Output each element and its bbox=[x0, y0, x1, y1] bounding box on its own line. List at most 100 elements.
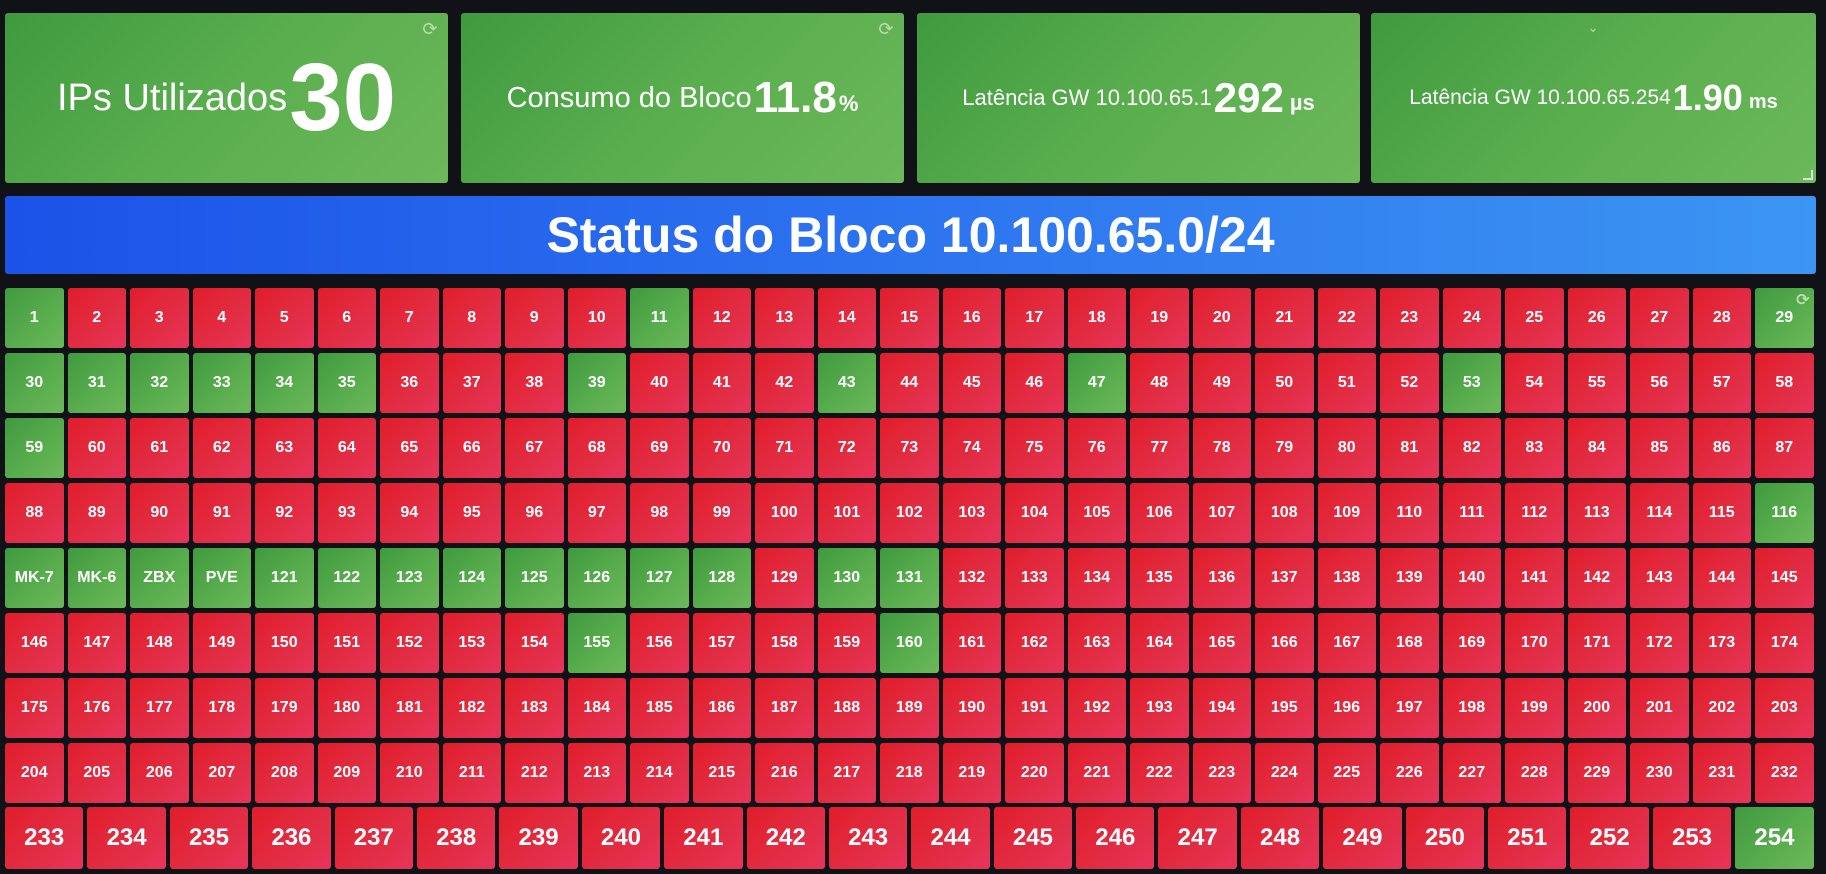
ip-cell[interactable]: 17 bbox=[1005, 288, 1064, 348]
ip-cell[interactable]: 201 bbox=[1630, 678, 1689, 738]
ip-cell[interactable]: 9 bbox=[505, 288, 564, 348]
ip-cell[interactable]: 129 bbox=[755, 548, 814, 608]
ip-cell[interactable]: 51 bbox=[1317, 353, 1376, 413]
refresh-icon[interactable]: ⟳ bbox=[420, 19, 440, 39]
ip-cell[interactable]: 245 bbox=[993, 807, 1073, 869]
ip-cell[interactable]: 75 bbox=[1005, 418, 1064, 478]
ip-cell[interactable]: 199 bbox=[1505, 678, 1564, 738]
ip-cell[interactable]: 78 bbox=[1192, 418, 1251, 478]
ip-cell[interactable]: 142 bbox=[1567, 548, 1626, 608]
ip-cell[interactable]: 140 bbox=[1442, 548, 1501, 608]
ip-cell[interactable]: 198 bbox=[1442, 678, 1501, 738]
ip-cell[interactable]: 91 bbox=[192, 483, 251, 543]
ip-cell[interactable]: 143 bbox=[1630, 548, 1689, 608]
ip-cell[interactable]: 170 bbox=[1505, 613, 1564, 673]
ip-cell[interactable]: 13 bbox=[755, 288, 814, 348]
ip-cell[interactable]: 183 bbox=[505, 678, 564, 738]
ip-cell[interactable]: 73 bbox=[880, 418, 939, 478]
ip-cell[interactable]: 97 bbox=[567, 483, 626, 543]
ip-cell[interactable]: 49 bbox=[1192, 353, 1251, 413]
ip-cell[interactable]: 210 bbox=[380, 743, 439, 803]
ip-cell[interactable]: 196 bbox=[1317, 678, 1376, 738]
ip-cell[interactable]: 152 bbox=[380, 613, 439, 673]
ip-cell[interactable]: 147 bbox=[67, 613, 126, 673]
ip-cell[interactable]: 116 bbox=[1755, 483, 1814, 543]
ip-cell[interactable]: 251 bbox=[1488, 807, 1567, 869]
ip-cell[interactable]: 80 bbox=[1317, 418, 1376, 478]
ip-cell[interactable]: 28 bbox=[1692, 288, 1751, 348]
ip-cell[interactable]: 27 bbox=[1630, 288, 1689, 348]
ip-cell[interactable]: 66 bbox=[442, 418, 501, 478]
ip-cell[interactable]: 63 bbox=[255, 418, 314, 478]
ip-cell[interactable]: 241 bbox=[664, 807, 743, 869]
stat-ips-utilizados[interactable]: IPs Utilizados 30 ⟳ bbox=[5, 13, 448, 183]
ip-cell[interactable]: 225 bbox=[1317, 743, 1376, 803]
ip-cell[interactable]: 159 bbox=[817, 613, 876, 673]
ip-cell[interactable]: 187 bbox=[755, 678, 814, 738]
ip-cell[interactable]: 191 bbox=[1005, 678, 1064, 738]
ip-cell[interactable]: 85 bbox=[1630, 418, 1689, 478]
ip-cell[interactable]: 154 bbox=[505, 613, 564, 673]
ip-cell[interactable]: 25 bbox=[1505, 288, 1564, 348]
ip-cell[interactable]: 167 bbox=[1317, 613, 1376, 673]
ip-cell[interactable]: 16 bbox=[942, 288, 1001, 348]
ip-cell[interactable]: 82 bbox=[1442, 418, 1501, 478]
ip-cell[interactable]: 206 bbox=[130, 743, 189, 803]
ip-cell[interactable]: 87 bbox=[1755, 418, 1814, 478]
ip-cell[interactable]: 158 bbox=[755, 613, 814, 673]
ip-cell[interactable]: 113 bbox=[1567, 483, 1626, 543]
stat-latencia-gw-254[interactable]: Latência GW 10.100.65.254 1.90 ms ⌄ bbox=[1371, 13, 1816, 183]
ip-cell[interactable]: 109 bbox=[1317, 483, 1376, 543]
ip-cell[interactable]: 174 bbox=[1755, 613, 1814, 673]
ip-cell[interactable]: 35 bbox=[317, 353, 376, 413]
ip-cell[interactable]: 233 bbox=[5, 807, 84, 869]
ip-cell[interactable]: 89 bbox=[67, 483, 126, 543]
ip-cell[interactable]: 141 bbox=[1505, 548, 1564, 608]
ip-cell[interactable]: 95 bbox=[442, 483, 501, 543]
ip-cell[interactable]: 164 bbox=[1130, 613, 1189, 673]
ip-cell[interactable]: 253 bbox=[1652, 807, 1732, 869]
ip-cell[interactable]: 76 bbox=[1067, 418, 1126, 478]
ip-cell[interactable]: 227 bbox=[1442, 743, 1501, 803]
ip-cell[interactable]: 59 bbox=[5, 418, 64, 478]
ip-cell[interactable]: 96 bbox=[505, 483, 564, 543]
ip-cell[interactable]: 155 bbox=[567, 613, 626, 673]
ip-cell[interactable]: 239 bbox=[499, 807, 578, 869]
ip-cell[interactable]: 186 bbox=[692, 678, 751, 738]
ip-cell[interactable]: 126 bbox=[567, 548, 626, 608]
ip-cell[interactable]: 153 bbox=[442, 613, 501, 673]
ip-cell[interactable]: 1 bbox=[5, 288, 64, 348]
ip-cell[interactable]: 178 bbox=[192, 678, 251, 738]
ip-cell[interactable]: 64 bbox=[317, 418, 376, 478]
ip-cell[interactable]: MK-7 bbox=[5, 548, 64, 608]
ip-cell[interactable]: 234 bbox=[87, 807, 166, 869]
ip-cell[interactable]: 139 bbox=[1380, 548, 1439, 608]
ip-cell[interactable]: 175 bbox=[5, 678, 64, 738]
ip-cell[interactable]: 184 bbox=[567, 678, 626, 738]
ip-cell[interactable]: 190 bbox=[942, 678, 1001, 738]
ip-cell[interactable]: 103 bbox=[942, 483, 1001, 543]
ip-cell[interactable]: 133 bbox=[1005, 548, 1064, 608]
ip-cell[interactable]: 107 bbox=[1192, 483, 1251, 543]
ip-cell[interactable]: 18 bbox=[1067, 288, 1126, 348]
ip-cell[interactable]: 39 bbox=[567, 353, 626, 413]
ip-cell[interactable]: 123 bbox=[380, 548, 439, 608]
ip-cell[interactable]: 88 bbox=[5, 483, 64, 543]
ip-cell[interactable]: 242 bbox=[746, 807, 825, 869]
ip-cell[interactable]: 254 bbox=[1735, 807, 1814, 869]
ip-cell[interactable]: 98 bbox=[630, 483, 689, 543]
ip-cell[interactable]: 33 bbox=[192, 353, 251, 413]
ip-cell[interactable]: 3 bbox=[130, 288, 189, 348]
ip-cell[interactable]: 110 bbox=[1380, 483, 1439, 543]
ip-cell[interactable]: 172 bbox=[1630, 613, 1689, 673]
ip-cell[interactable]: 221 bbox=[1067, 743, 1126, 803]
ip-cell[interactable]: 168 bbox=[1380, 613, 1439, 673]
ip-cell[interactable]: 166 bbox=[1255, 613, 1314, 673]
ip-cell[interactable]: 36 bbox=[380, 353, 439, 413]
refresh-icon[interactable]: ⟳ bbox=[876, 19, 896, 39]
ip-cell[interactable]: 92 bbox=[255, 483, 314, 543]
ip-cell[interactable]: 79 bbox=[1255, 418, 1314, 478]
ip-cell[interactable]: 12 bbox=[692, 288, 751, 348]
ip-cell[interactable]: 56 bbox=[1630, 353, 1689, 413]
ip-cell[interactable]: 200 bbox=[1567, 678, 1626, 738]
